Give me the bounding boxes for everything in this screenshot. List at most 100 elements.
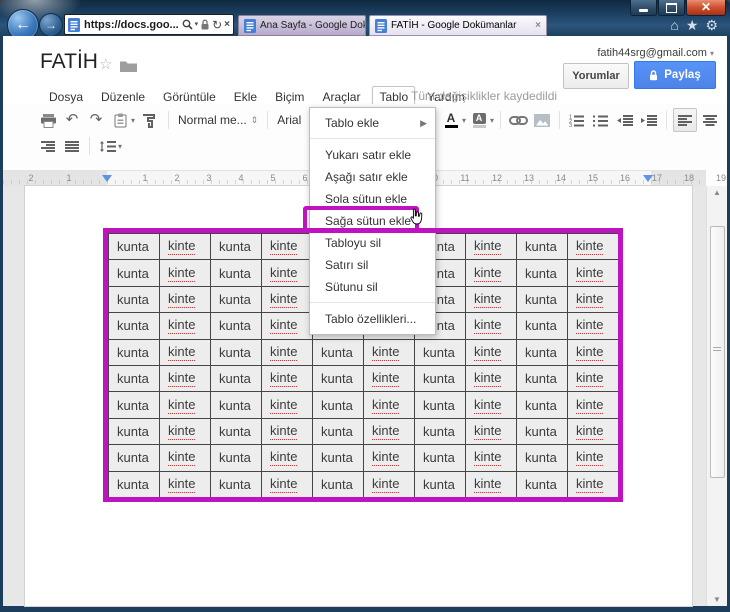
table-cell[interactable]: kunta bbox=[517, 418, 568, 446]
settings-icon[interactable]: ⚙ bbox=[705, 18, 718, 32]
tab-close-icon[interactable]: × bbox=[535, 20, 541, 31]
table-cell[interactable]: kinte bbox=[160, 339, 211, 366]
maximize-button[interactable] bbox=[658, 0, 685, 16]
styles-select[interactable]: Normal me... ⇕ bbox=[174, 113, 262, 127]
bulleted-list-button[interactable] bbox=[590, 109, 612, 131]
vertical-scrollbar[interactable]: ▲ ▼ bbox=[706, 186, 727, 606]
tab-active[interactable]: FATİH - Google Dokümanlar × bbox=[369, 15, 547, 36]
table-cell[interactable]: kunta bbox=[313, 471, 364, 498]
chevron-down-icon[interactable]: ▾ bbox=[131, 116, 135, 125]
increase-indent-button[interactable] bbox=[638, 109, 660, 131]
forward-button[interactable]: → bbox=[39, 13, 63, 37]
folder-icon[interactable] bbox=[120, 60, 137, 72]
decrease-indent-button[interactable] bbox=[614, 109, 636, 131]
table-cell[interactable]: kunta bbox=[109, 234, 160, 261]
table-cell[interactable]: kinte bbox=[364, 392, 415, 419]
refresh-icon[interactable]: ↻ bbox=[212, 19, 222, 31]
comments-button[interactable]: Yorumlar bbox=[563, 63, 629, 89]
scrollbar-thumb[interactable] bbox=[710, 226, 725, 478]
search-icon[interactable] bbox=[182, 19, 193, 30]
table-cell[interactable]: kinte bbox=[568, 286, 619, 314]
table-cell[interactable]: kunta bbox=[517, 339, 568, 366]
menu-item-6[interactable]: Tabloyu sil bbox=[310, 232, 435, 254]
star-document-icon[interactable]: ☆ bbox=[99, 55, 112, 73]
table-cell[interactable]: kunta bbox=[211, 418, 262, 446]
redo-button[interactable]: ↷ bbox=[85, 109, 107, 131]
table-cell[interactable]: kinte bbox=[466, 392, 517, 419]
justify-button[interactable] bbox=[61, 135, 83, 157]
table-cell[interactable]: kinte bbox=[466, 365, 517, 393]
font-select[interactable]: Arial bbox=[273, 113, 305, 127]
table-cell[interactable]: kunta bbox=[211, 260, 262, 287]
menu-item-1[interactable]: Tablo ekle ▶ bbox=[310, 112, 435, 134]
share-button[interactable]: Paylaş bbox=[634, 61, 716, 89]
table-cell[interactable]: kinte bbox=[466, 339, 517, 366]
menu-item-2[interactable]: Yukarı satır ekle bbox=[310, 144, 435, 166]
table-cell[interactable]: kinte bbox=[262, 418, 313, 446]
table-cell[interactable]: kunta bbox=[211, 392, 262, 419]
table-cell[interactable]: kinte bbox=[466, 234, 517, 261]
table-cell[interactable]: kinte bbox=[262, 365, 313, 393]
table-cell[interactable]: kunta bbox=[415, 445, 466, 472]
table-cell[interactable]: kinte bbox=[160, 445, 211, 472]
table-cell[interactable]: kinte bbox=[160, 234, 211, 261]
table-cell[interactable]: kinte bbox=[262, 286, 313, 314]
table-cell[interactable]: kunta bbox=[109, 313, 160, 340]
table-cell[interactable]: kunta bbox=[211, 286, 262, 314]
menu-item-5[interactable]: Sağa sütun ekle bbox=[310, 210, 435, 232]
table-cell[interactable]: kinte bbox=[568, 392, 619, 419]
link-button[interactable] bbox=[507, 109, 529, 131]
minimize-button[interactable] bbox=[630, 0, 657, 16]
table-cell[interactable]: kunta bbox=[415, 339, 466, 366]
table-cell[interactable]: kunta bbox=[517, 365, 568, 393]
table-cell[interactable]: kinte bbox=[568, 365, 619, 393]
table-cell[interactable]: kinte bbox=[262, 471, 313, 498]
table-cell[interactable]: kunta bbox=[517, 313, 568, 340]
menu-item-3[interactable]: Aşağı satır ekle bbox=[310, 166, 435, 188]
table-cell[interactable]: kunta bbox=[109, 260, 160, 287]
table-cell[interactable]: kunta bbox=[517, 260, 568, 287]
close-button[interactable]: ✕ bbox=[686, 0, 726, 16]
align-right-button[interactable] bbox=[37, 135, 59, 157]
table-cell[interactable]: kunta bbox=[517, 286, 568, 314]
table-cell[interactable]: kinte bbox=[568, 234, 619, 261]
table-cell[interactable]: kinte bbox=[160, 286, 211, 314]
table-cell[interactable]: kunta bbox=[109, 445, 160, 472]
table-cell[interactable]: kunta bbox=[415, 418, 466, 446]
document-title[interactable]: FATİH bbox=[40, 50, 98, 74]
table-cell[interactable]: kinte bbox=[466, 313, 517, 340]
table-cell[interactable]: kunta bbox=[109, 418, 160, 446]
table-cell[interactable]: kinte bbox=[262, 260, 313, 287]
table-cell[interactable]: kinte bbox=[364, 365, 415, 393]
table-cell[interactable]: kunta bbox=[211, 234, 262, 261]
menu-item-8[interactable]: Sütunu sil bbox=[310, 276, 435, 298]
stop-icon[interactable]: × bbox=[224, 19, 230, 30]
home-icon[interactable]: ⌂ bbox=[670, 18, 678, 32]
align-center-button[interactable] bbox=[699, 109, 721, 131]
menu-item-4[interactable]: Sola sütun ekle bbox=[310, 188, 435, 210]
table-cell[interactable]: kinte bbox=[568, 445, 619, 472]
tab-inactive[interactable]: Ana Sayfa - Google Dokümanlar bbox=[238, 15, 366, 36]
address-url[interactable]: https://docs.goo... bbox=[84, 19, 180, 31]
table-cell[interactable]: kinte bbox=[466, 286, 517, 314]
table-cell[interactable]: kunta bbox=[109, 365, 160, 393]
table-cell[interactable]: kinte bbox=[568, 471, 619, 498]
table-cell[interactable]: kinte bbox=[160, 418, 211, 446]
chevron-down-icon[interactable]: ▾ bbox=[118, 142, 122, 151]
table-cell[interactable]: kinte bbox=[466, 260, 517, 287]
menu-item-9[interactable]: Tablo özellikleri... bbox=[310, 308, 435, 330]
table-cell[interactable]: kinte bbox=[160, 365, 211, 393]
table-cell[interactable]: kunta bbox=[313, 445, 364, 472]
table-cell[interactable]: kunta bbox=[109, 339, 160, 366]
table-cell[interactable]: kunta bbox=[313, 365, 364, 393]
scroll-down-icon[interactable]: ▼ bbox=[707, 595, 727, 604]
address-bar[interactable]: https://docs.goo... ▾ ↻ × bbox=[64, 14, 234, 35]
image-button[interactable] bbox=[531, 109, 553, 131]
paint-format-button[interactable] bbox=[137, 109, 159, 131]
table-cell[interactable]: kunta bbox=[211, 445, 262, 472]
table-cell[interactable]: kinte bbox=[262, 339, 313, 366]
table-cell[interactable]: kunta bbox=[211, 365, 262, 393]
table-cell[interactable]: kinte bbox=[160, 392, 211, 419]
table-cell[interactable]: kunta bbox=[313, 339, 364, 366]
table-cell[interactable]: kunta bbox=[415, 392, 466, 419]
